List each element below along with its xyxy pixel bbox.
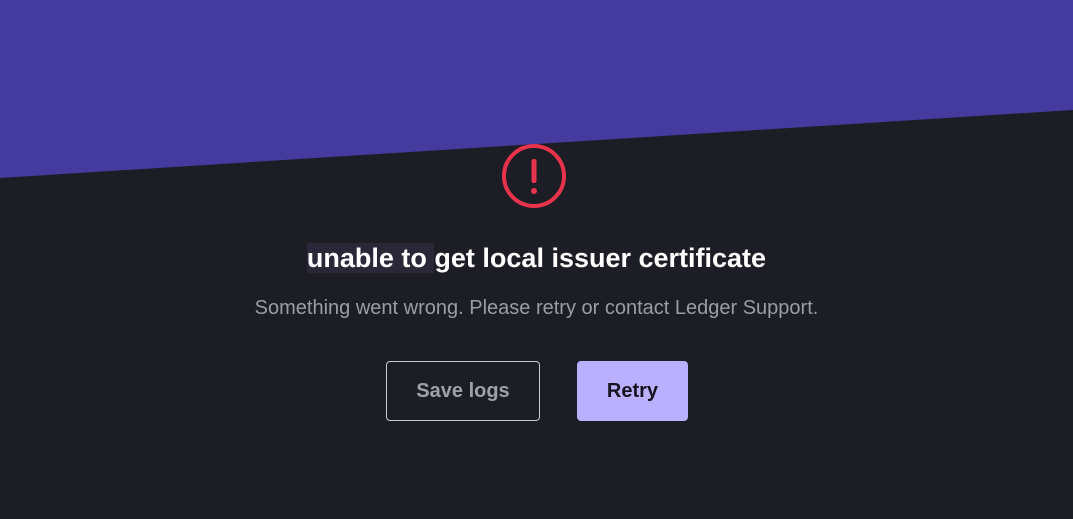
exclamation-circle-icon [502, 144, 566, 208]
error-message: Something went wrong. Please retry or co… [254, 297, 819, 319]
save-logs-label: Save logs [416, 379, 510, 402]
retry-label: Retry [606, 379, 659, 402]
error-title-highlight: unable to [306, 243, 435, 273]
error-content: unable to get local issuer certificate S… [0, 0, 1073, 519]
retry-button[interactable]: Retry [577, 361, 688, 421]
save-logs-button[interactable]: Save logs [386, 361, 540, 421]
error-title: unable to get local issuer certificate [0, 238, 1073, 278]
error-title-rest: get local issuer certificate [434, 243, 767, 273]
error-screen: unable to get local issuer certificate S… [0, 0, 1073, 519]
